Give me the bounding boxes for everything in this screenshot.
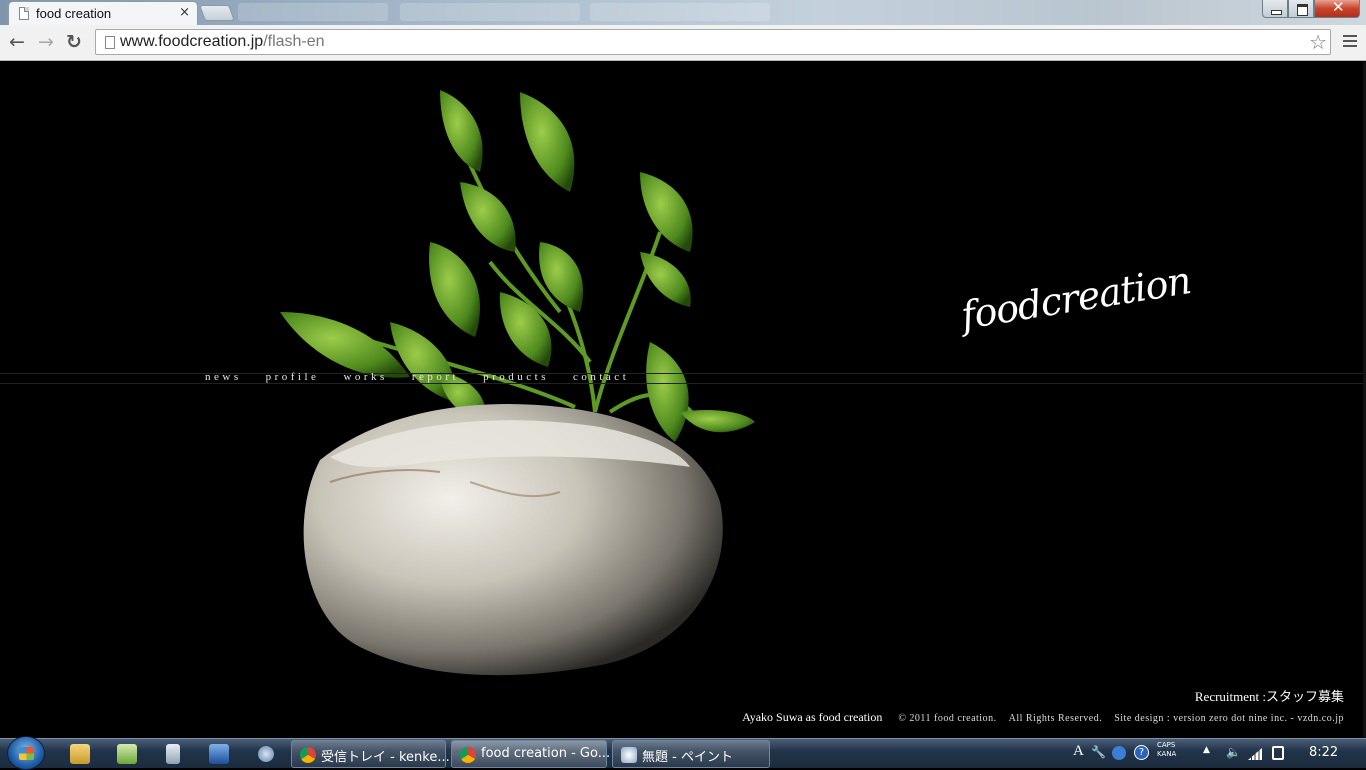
recruitment-link[interactable]: Recruitment :スタッフ募集 [1195, 686, 1344, 705]
url-path: /flash-en [263, 33, 325, 50]
nav-contact[interactable]: contact [573, 371, 629, 383]
network-signal-icon[interactable] [1248, 748, 1262, 760]
chrome-menu-button[interactable] [1343, 35, 1357, 50]
footer-copyright: © 2011 food creation. [898, 713, 997, 724]
show-hidden-icons-icon[interactable]: ▲ [1203, 745, 1210, 755]
address-bar[interactable]: www.foodcreation.jp/flash-en ☆ [95, 29, 1331, 55]
caps-kana-indicator: CAPS KANA [1157, 741, 1176, 759]
wrench-icon[interactable]: 🔧 [1091, 745, 1106, 759]
page-content: foodcreation news profile works report p… [0, 62, 1366, 738]
tab-strip: food creation × ✕ [0, 0, 1366, 25]
kana-label: KANA [1157, 750, 1177, 758]
background-window-tab [400, 3, 580, 21]
tab-title: food creation [36, 6, 112, 21]
explorer-icon[interactable] [70, 744, 90, 764]
calculator-icon[interactable] [166, 744, 180, 764]
nav-profile[interactable]: profile [266, 371, 320, 383]
tab-close-icon[interactable]: × [179, 5, 190, 20]
start-button[interactable] [7, 736, 45, 770]
nav-report[interactable]: report [412, 371, 459, 383]
taskbar-item-inbox[interactable]: 受信トレイ - kenke... [291, 740, 450, 768]
maximize-button[interactable] [1288, 0, 1314, 18]
taskbar-item-label: 無題 - ペイント [642, 750, 733, 765]
taskbar-item-label: food creation - Go... [481, 746, 611, 761]
paint-icon [621, 747, 637, 763]
footer-site-design[interactable]: Site design : version zero dot nine inc.… [1114, 713, 1344, 724]
taskbar-item-paint[interactable]: 無題 - ペイント [612, 740, 770, 768]
power-icon[interactable] [1272, 746, 1284, 760]
site-nav: news profile works report products conta… [205, 371, 653, 383]
minimize-button[interactable] [1262, 0, 1288, 18]
new-tab-button[interactable] [199, 5, 235, 21]
browser-toolbar: ← → ↻ www.foodcreation.jp/flash-en ☆ [0, 25, 1366, 61]
nav-works[interactable]: works [343, 371, 387, 383]
volume-icon[interactable]: 🔈 [1226, 745, 1241, 759]
ime-mode-indicator[interactable]: A [1073, 743, 1084, 760]
system-clock[interactable]: 8:22 [1309, 745, 1338, 760]
caps-label: CAPS [1157, 741, 1176, 749]
url-domain: www.foodcreation.jp [120, 33, 264, 50]
taskbar-item-food-creation[interactable]: food creation - Go... [451, 740, 611, 768]
bookmark-star-icon[interactable]: ☆ [1309, 30, 1327, 54]
background-window-tab [238, 3, 388, 21]
tab-food-creation[interactable]: food creation × [8, 1, 198, 25]
close-icon: ✕ [1332, 0, 1345, 16]
page-icon [105, 36, 115, 49]
back-button[interactable]: ← [6, 31, 28, 53]
footer-signature: Ayako Suwa as food creation [742, 710, 883, 724]
reload-button[interactable]: ↻ [63, 31, 85, 53]
leaves [280, 90, 755, 442]
url-text: www.foodcreation.jp/flash-en [120, 33, 325, 51]
libraries-icon[interactable] [117, 744, 137, 764]
help-icon[interactable]: ? [1134, 745, 1149, 760]
nav-products[interactable]: products [483, 371, 549, 383]
ime-pad-icon[interactable] [1112, 746, 1126, 760]
background-window-tab [590, 3, 770, 21]
network-icon[interactable] [258, 746, 274, 762]
chrome-icon [300, 747, 316, 763]
taskbar-item-label: 受信トレイ - kenke... [321, 750, 450, 765]
forward-button[interactable]: → [35, 31, 57, 53]
chrome-icon [460, 747, 476, 763]
remote-desktop-icon[interactable] [209, 744, 229, 764]
taskbar: 受信トレイ - kenke... food creation - Go... 無… [0, 736, 1366, 770]
footer-rights: All Rights Reserved. [1008, 713, 1103, 724]
turnip-photo [280, 90, 755, 676]
nav-news[interactable]: news [205, 371, 242, 383]
close-window-button[interactable]: ✕ [1314, 0, 1360, 18]
page-icon [19, 7, 29, 20]
site-footer: Ayako Suwa as food creation © 2011 food … [742, 710, 1344, 725]
